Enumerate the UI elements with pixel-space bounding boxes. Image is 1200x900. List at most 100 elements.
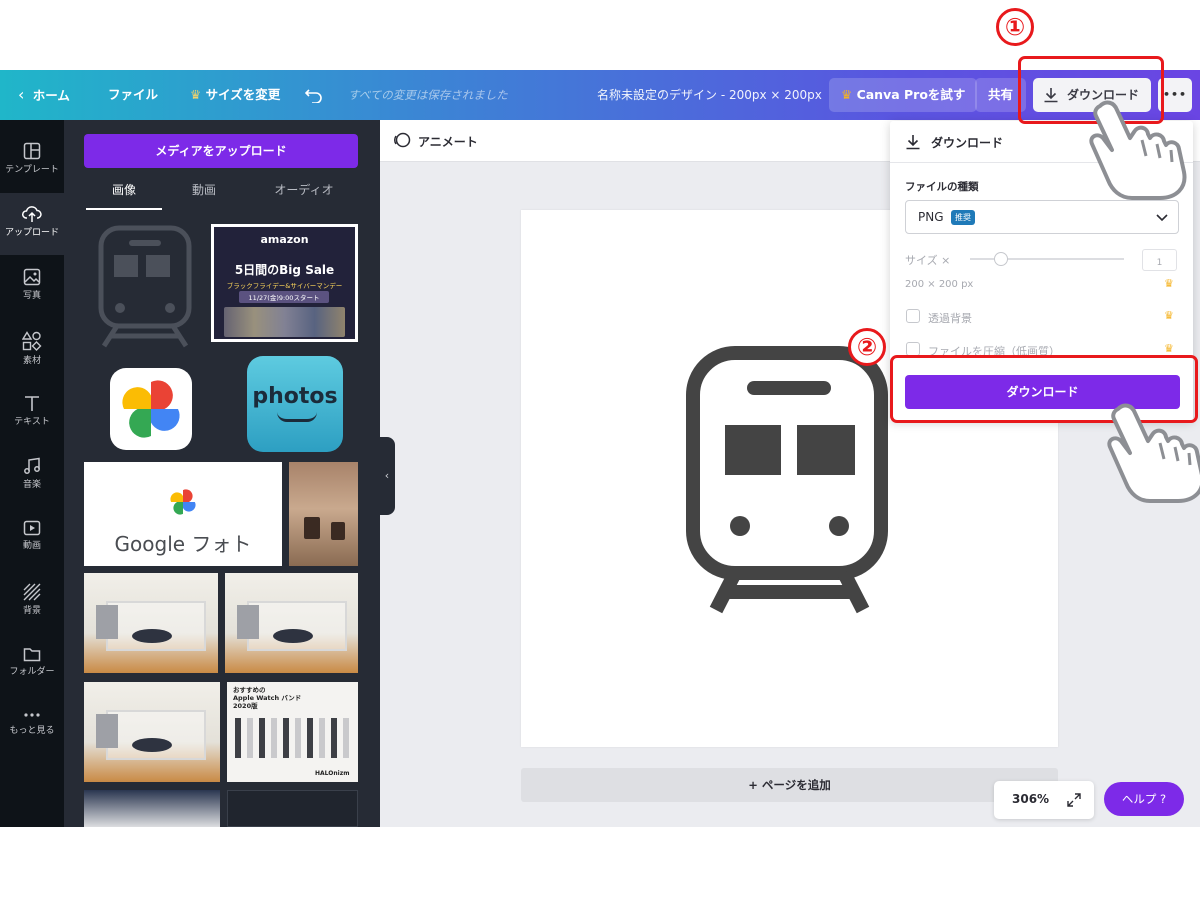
watch-bands-graphic [235, 718, 353, 758]
folder-icon [23, 648, 41, 662]
size-input-value: 1 [1156, 258, 1163, 268]
amazon-subtitle: ブラックフライデー&サイバーマンデー [226, 282, 343, 290]
size-input[interactable]: 1 [1142, 249, 1177, 271]
design-title[interactable]: 名称未設定のデザイン - 200px × 200px [597, 70, 822, 120]
tab-videos[interactable]: 動画 [166, 180, 242, 210]
pointing-hand-icon [1107, 403, 1200, 503]
download-dropdown-title: ダウンロード [931, 136, 1004, 150]
add-page-button[interactable]: + ページを追加 [521, 768, 1058, 802]
file-menu-button[interactable]: ファイル [108, 70, 158, 120]
resize-button[interactable]: ♛ サイズを変更 [190, 70, 280, 120]
record-graphic [132, 629, 172, 643]
transparent-background-label: 透過背景 [928, 312, 972, 325]
crown-icon: ♛ [1164, 309, 1174, 322]
rail-item-template[interactable]: テンプレート [0, 130, 64, 192]
video-icon [23, 520, 41, 536]
amazon-products-graphic [224, 307, 345, 337]
uploads-panel: メディアをアップロード 画像 動画 オーディオ amazon 5日間のBig S… [64, 120, 380, 827]
elements-icon [22, 331, 42, 351]
transparent-background-checkbox[interactable] [906, 309, 920, 323]
step-2-number: ② [856, 333, 878, 361]
step-2-marker: ② [848, 328, 886, 366]
file-type-label: ファイルの種類 [905, 181, 979, 193]
home-button[interactable]: ‹ ホーム [18, 70, 70, 120]
more-icon [24, 713, 40, 717]
uploaded-image-amazon-photos-app[interactable]: photos [247, 356, 343, 452]
rail-item-text[interactable]: テキスト [0, 382, 64, 444]
amazon-photos-logo-text: photos [252, 384, 338, 409]
crown-icon: ♛ [1164, 277, 1174, 290]
uploaded-image-dark[interactable] [227, 790, 358, 827]
uploaded-image-google-photos-banner[interactable]: Google フォト [84, 462, 282, 566]
uploaded-image-turntable[interactable] [84, 682, 220, 782]
music-icon [24, 457, 40, 474]
save-status: すべての変更は保存されました [348, 70, 508, 120]
zoom-level: 306% [1012, 792, 1050, 806]
size-slider-handle[interactable] [994, 252, 1008, 266]
tab-audio[interactable]: オーディオ [259, 180, 349, 210]
uploaded-image-apple-watch-bands[interactable]: おすすめの Apple Watch バンド 2020版 HALOnizm [227, 682, 358, 782]
pointing-hand-icon [1089, 100, 1187, 200]
rail-item-label: テキスト [14, 417, 50, 427]
crown-icon: ♛ [841, 87, 853, 102]
text-icon [25, 396, 39, 411]
rail-item-label: 素材 [22, 356, 41, 366]
tab-images[interactable]: 画像 [86, 180, 162, 210]
upload-media-label: メディアをアップロード [155, 144, 287, 158]
zoom-control[interactable]: 306% [994, 781, 1094, 819]
share-label: 共有 [988, 87, 1014, 102]
tab-videos-label: 動画 [191, 183, 216, 197]
rail-item-upload[interactable]: アップロード [0, 193, 64, 255]
turntable-graphic [106, 710, 206, 760]
animate-button[interactable]: アニメート [418, 133, 478, 150]
speaker-graphic [237, 605, 259, 639]
recommended-badge: 推奨 [951, 210, 975, 225]
uploaded-image-desk[interactable] [84, 790, 220, 827]
watch-bands-title: おすすめの Apple Watch バンド 2020版 [233, 686, 302, 710]
record-graphic [132, 738, 172, 752]
save-status-text: すべての変更は保存されました [348, 88, 508, 102]
undo-icon [304, 88, 322, 104]
candle-graphic [304, 517, 320, 539]
amazon-date: 11/27(金)9:00スタート [239, 291, 329, 303]
google-photos-pinwheel-icon [170, 489, 196, 515]
upload-media-button[interactable]: メディアをアップロード [84, 134, 358, 168]
record-graphic [273, 629, 313, 643]
rail-item-elements[interactable]: 素材 [0, 319, 64, 381]
photo-icon [23, 268, 41, 286]
uploaded-image-turntable[interactable] [225, 573, 358, 673]
amazon-logo-text: amazon [260, 233, 309, 246]
file-type-select[interactable]: PNG 推奨 [905, 200, 1179, 234]
fullscreen-icon[interactable] [1067, 793, 1081, 807]
design-title-text: 名称未設定のデザイン - 200px × 200px [597, 88, 822, 102]
rail-item-folder[interactable]: フォルダー [0, 634, 64, 696]
collapse-panel-button[interactable]: ‹ [379, 437, 395, 515]
add-page-label: + ページを追加 [748, 778, 831, 792]
uploaded-image-turntable[interactable] [84, 573, 218, 673]
template-icon [23, 142, 41, 160]
rail-item-photos[interactable]: 写真 [0, 256, 64, 318]
try-canva-pro-button[interactable]: ♛ Canva Proを試す [829, 78, 978, 112]
rail-item-background[interactable]: 背景 [0, 571, 64, 633]
turntable-graphic [106, 601, 206, 651]
size-label: サイズ × [905, 254, 951, 267]
background-icon [23, 583, 41, 601]
uploaded-image-candles[interactable] [289, 462, 358, 566]
compress-file-checkbox[interactable] [906, 342, 920, 356]
smile-icon [277, 412, 317, 422]
upload-icon [22, 206, 42, 222]
speaker-graphic [96, 605, 118, 639]
help-button[interactable]: ヘルプ ? [1104, 782, 1184, 816]
rail-item-video[interactable]: 動画 [0, 508, 64, 570]
home-label: ホーム [32, 88, 70, 103]
rail-item-label: 音楽 [22, 480, 41, 490]
left-navigation-rail: テンプレート アップロード 写真 素材 テキスト 音楽 動画 背景 フォルダー … [0, 120, 64, 827]
uploaded-image-train[interactable] [84, 222, 214, 348]
rail-item-more[interactable]: もっと見る [0, 697, 64, 759]
rail-item-music[interactable]: 音楽 [0, 445, 64, 507]
uploaded-image-google-photos-app[interactable] [110, 368, 192, 450]
undo-button[interactable] [304, 70, 323, 120]
speaker-graphic [96, 714, 118, 748]
uploaded-image-amazon-banner[interactable]: amazon 5日間のBig Sale ブラックフライデー&サイバーマンデー 1… [211, 224, 358, 342]
rail-item-label: もっと見る [9, 726, 55, 736]
